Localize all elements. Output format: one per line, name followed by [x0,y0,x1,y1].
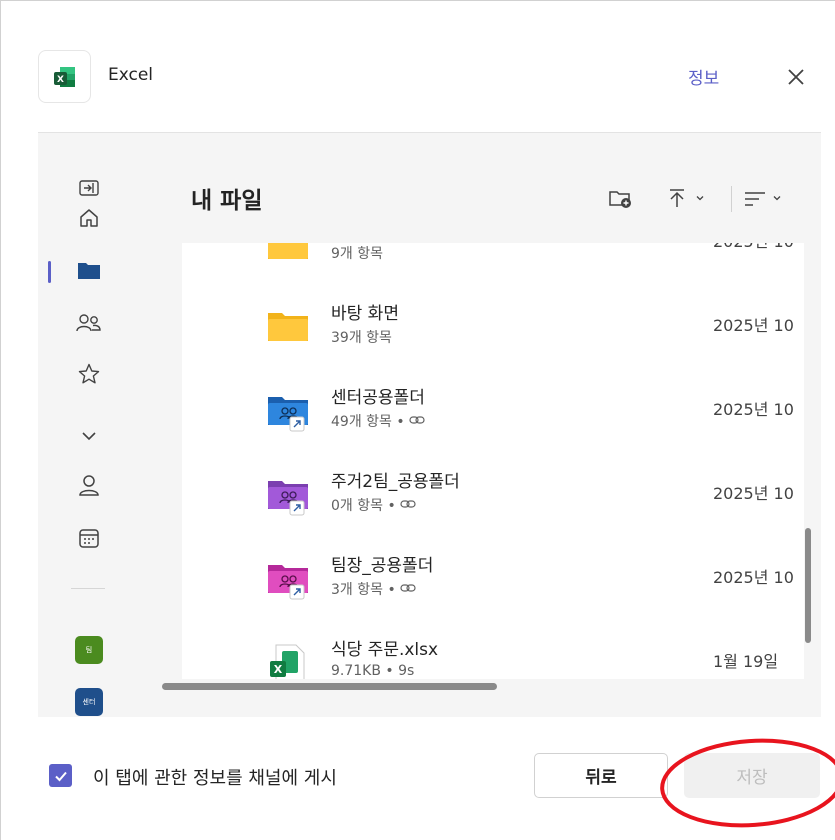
list-item[interactable]: 바탕 화면 39개 항목 2025년 10 [182,283,804,367]
app-title: Excel [108,65,154,85]
new-folder-button[interactable] [608,183,634,213]
nav-active-indicator [48,261,51,283]
chevron-down-icon [773,196,781,201]
new-folder-icon [609,191,631,208]
person-icon [79,475,99,496]
folder-icon [268,243,308,259]
upload-button[interactable] [666,183,706,213]
link-icon [409,416,425,424]
list-item[interactable]: 센터공용폴더 49개 항목 • 2025년 10 [182,367,804,451]
svg-text:X: X [57,75,64,85]
item-date: 2025년 10 [713,400,794,419]
nav-person[interactable] [76,473,102,499]
link-icon [400,584,416,592]
calendar-icon [79,529,99,548]
item-meta: 49개 항목 • [331,411,425,431]
upload-icon [670,189,684,207]
vertical-scrollbar[interactable] [805,528,811,643]
list-item[interactable]: 주거2팀_공용폴더 0개 항목 • 2025년 10 [182,451,804,535]
shared-folder-icon [268,565,308,600]
home-icon [80,209,98,227]
item-meta-text: 49개 항목 • [331,414,410,430]
excel-file-icon: X [270,644,305,679]
list-item[interactable]: 9개 항목 2025년 10 [182,243,804,283]
list-item[interactable]: 팀장_공용폴더 3개 항목 • 2025년 10 [182,535,804,619]
toolbar-separator [731,186,732,212]
info-link[interactable]: 정보 [688,64,719,89]
chevron-down-icon [696,196,704,201]
item-meta: 39개 항목 [331,330,392,346]
people-icon [76,314,101,332]
item-meta: 0개 항목 • [331,495,416,515]
item-meta: 9개 항목 [331,246,383,262]
team-badge-1[interactable]: 팀 [75,636,103,664]
item-name: 주거2팀_공용폴더 [331,472,460,492]
svg-text:X: X [274,663,283,676]
item-name: 식당 주문.xlsx [331,640,439,660]
file-picker-dialog: X Excel 정보 팀 센터 내 파일 9개 항목 바탕 화면 39개 항목 … [0,0,835,840]
item-meta-text: 3개 항목 • [331,582,401,598]
item-name: 바탕 화면 [331,304,399,324]
back-button[interactable]: 뒤로 [534,753,668,798]
item-meta: 9.71KB • 9s [331,663,415,679]
item-date: 1월 19일 [713,652,779,671]
file-list: 9개 항목 2025년 10 바탕 화면 39개 항목 2025년 10 [182,243,804,679]
checkmark-icon [54,771,67,781]
item-date: 2025년 10 [713,316,794,335]
expand-icon [79,180,99,196]
annotation-circle [660,738,835,828]
close-icon [788,69,804,85]
horizontal-scrollbar[interactable] [162,683,497,690]
item-date: 2025년 10 [713,484,794,503]
nav-expand[interactable] [76,175,102,201]
star-icon [78,363,100,384]
item-date: 2025년 10 [713,568,794,587]
nav-shared[interactable] [76,310,102,336]
nav-favorites[interactable] [76,361,102,387]
shared-folder-icon [268,397,308,432]
nav-more[interactable] [76,423,102,449]
folder-icon [78,263,100,279]
nav-home[interactable] [76,205,102,231]
post-to-channel-checkbox[interactable] [49,764,72,787]
file-browser-panel: 팀 센터 내 파일 9개 항목 바탕 화면 39개 항목 2025년 10 센터… [38,132,821,717]
item-name: 팀장_공용폴더 [331,556,434,576]
item-name: 센터공용폴더 [331,388,425,408]
folder-icon [268,313,308,341]
sort-icon [745,192,765,206]
close-button[interactable] [783,64,809,90]
list-item[interactable]: X 식당 주문.xlsx 9.71KB • 9s 1월 19일 [182,619,804,679]
team-badge-2[interactable]: 센터 [75,688,103,716]
nav-my-files[interactable] [76,257,102,283]
item-meta: 3개 항목 • [331,579,416,599]
link-icon [400,500,416,508]
chevron-down-icon [82,432,96,441]
nav-calendar[interactable] [76,525,102,551]
excel-app-icon: X [38,50,91,103]
nav-rail: 팀 센터 [38,133,138,717]
shared-folder-icon [268,481,308,516]
sort-button[interactable] [743,183,783,213]
item-meta-text: 0개 항목 • [331,498,401,514]
item-date: 2025년 10 [713,243,794,252]
nav-divider [71,588,105,589]
post-to-channel-label: 이 탭에 관한 정보를 채널에 게시 [93,768,337,789]
page-title: 내 파일 [191,188,263,214]
